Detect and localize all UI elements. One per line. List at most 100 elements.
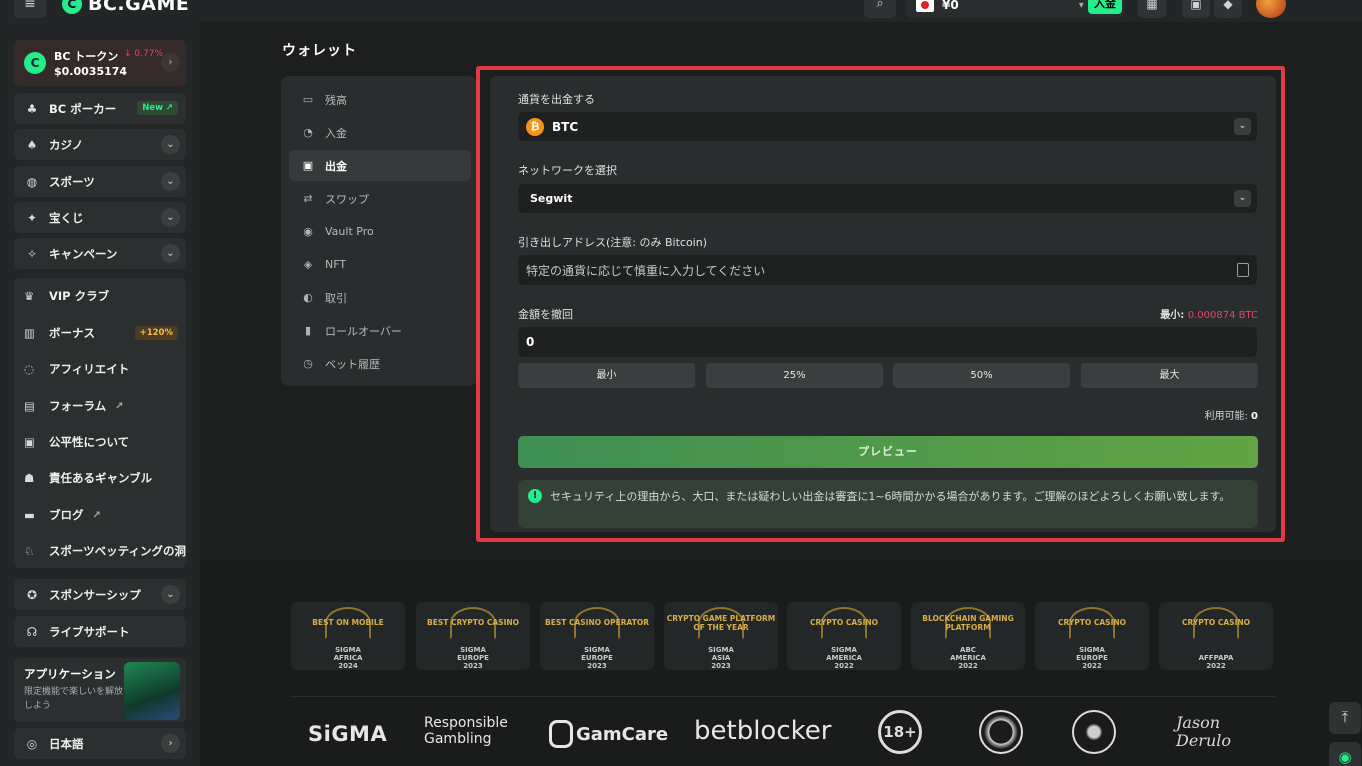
sidebar-item-sports-betting[interactable]: ♘ スポーツベッティングの洞 xyxy=(14,536,186,566)
tab-label: NFT xyxy=(325,258,347,271)
sidebar-item-sports[interactable]: ◍ スポーツ ⌄ xyxy=(14,166,186,197)
sigma-logo[interactable]: SiGMA xyxy=(308,722,387,746)
award-region: EUROPE xyxy=(581,654,613,662)
sidebar-item-label: フォーラム xyxy=(49,399,107,413)
language-label: 日本語 xyxy=(49,736,84,751)
sidebar-item-casino[interactable]: ♠ カジノ ⌄ xyxy=(14,129,186,160)
scroll-top-icon[interactable]: ⤒ xyxy=(1329,702,1361,734)
vault-icon: ◉ xyxy=(303,225,313,238)
award-org: SIGMA EUROPE 2023 xyxy=(540,646,654,670)
age-18-plus-icon: 18+ xyxy=(878,710,922,754)
responsible-gambling-logo[interactable]: Responsible Gambling xyxy=(424,715,520,747)
award-org: SIGMA AMERICA 2022 xyxy=(787,646,901,670)
chevron-down-icon[interactable]: ⌄ xyxy=(161,244,180,263)
tab-bet-history[interactable]: ◷ ベット履歴 xyxy=(289,348,471,379)
sidebar-item-campaign[interactable]: ✧ キャンペーン ⌄ xyxy=(14,238,186,269)
award-year: 2023 xyxy=(587,662,607,670)
bc-token-card[interactable]: C BC トークン ↓ 0.77% $0.0035174 › xyxy=(14,40,186,86)
tab-vault-pro[interactable]: ◉ Vault Pro xyxy=(289,216,471,247)
fairness-icon: ▣ xyxy=(24,435,35,449)
chevron-down-icon[interactable]: ⌄ xyxy=(161,585,180,604)
sidebar-item-label: 公平性について xyxy=(49,435,130,449)
sidebar-item-sponsorship[interactable]: ✪ スポンサーシップ ⌄ xyxy=(14,579,186,610)
jpy-flag-icon xyxy=(916,0,934,12)
sidebar-item-live-support[interactable]: ☊ ライブサポート xyxy=(14,616,186,647)
tab-label: 入金 xyxy=(325,126,347,140)
sidebar-item-poker[interactable]: ♣ BC ポーカー New ↗ xyxy=(14,93,186,124)
tab-label: ロールオーバー xyxy=(325,324,402,338)
sponsorship-icon: ✪ xyxy=(26,587,38,602)
avatar[interactable] xyxy=(1256,0,1286,18)
transaction-icon: ◐ xyxy=(303,291,313,304)
tab-transactions[interactable]: ◐ 取引 xyxy=(289,282,471,313)
gamcare-logo[interactable]: GamCare xyxy=(549,720,668,748)
tab-balance[interactable]: ▭ 残高 xyxy=(289,84,471,115)
app-promo-card[interactable]: アプリケーション 限定機能で楽しいを解放しよう xyxy=(14,658,186,722)
sidebar-item-lottery[interactable]: ✦ 宝くじ ⌄ xyxy=(14,202,186,233)
award-year: 2022 xyxy=(834,662,854,670)
award-region: AMERICA xyxy=(950,654,986,662)
menu-icon[interactable]: ≡ xyxy=(14,0,46,18)
sidebar-item-forum[interactable]: ▤ フォーラム ↗ xyxy=(14,391,186,421)
sidebar-item-fairness[interactable]: ▣ 公平性について xyxy=(14,427,186,457)
award-title: CRYPTO CASINO xyxy=(809,618,879,627)
wallet-icon: ▭ xyxy=(302,93,314,106)
bc-token-icon: C xyxy=(24,52,46,74)
award-year: 2022 xyxy=(1206,662,1226,670)
tab-deposit[interactable]: ◔ 入金 xyxy=(289,117,471,148)
award-region: AMERICA xyxy=(826,654,862,662)
award-badge: BLOCKCHAIN GAMING PLATFORM ABC AMERICA 202… xyxy=(911,602,1025,670)
balance-selector[interactable]: ¥0 ▾ 入金 xyxy=(906,0,1124,18)
bonus-badge: +120% xyxy=(134,326,178,340)
bc-logo-icon: C xyxy=(62,0,82,14)
phone-image xyxy=(124,662,180,720)
chat-icon[interactable]: ▣ xyxy=(1182,0,1210,18)
support-chat-icon[interactable]: ◉ xyxy=(1329,742,1361,766)
gift-icon: ▥ xyxy=(24,326,35,340)
wallet-nav: ▭ 残高 ◔ 入金 ▣ 出金 ⇄ スワップ ◉ Vault Pro ◈ NFT … xyxy=(281,76,477,386)
rollover-icon: ▮ xyxy=(304,324,312,337)
award-org-name: SIGMA xyxy=(460,646,486,654)
app-description: 限定機能で楽しいを解放しよう xyxy=(24,687,124,711)
sidebar-item-label: キャンペーン xyxy=(49,246,118,261)
award-org: SIGMA EUROPE 2022 xyxy=(1035,646,1149,670)
sidebar-item-label: ボーナス xyxy=(49,326,95,340)
sidebar-item-blog[interactable]: ▬ ブログ ↗ xyxy=(14,500,186,530)
grid-icon[interactable]: ▦ xyxy=(1138,0,1166,18)
notification-icon[interactable]: ◆ xyxy=(1214,0,1242,18)
award-org-name: SIGMA xyxy=(1079,646,1105,654)
sidebar-item-responsible[interactable]: ☗ 責任あるギャンブル xyxy=(14,463,186,493)
chevron-down-icon[interactable]: ⌄ xyxy=(161,135,180,154)
page-title: ウォレット xyxy=(282,43,357,59)
betblocker-logo[interactable]: betblocker xyxy=(694,716,831,746)
award-org-name: SIGMA xyxy=(335,646,361,654)
chevron-down-icon[interactable]: ⌄ xyxy=(161,172,180,191)
language-selector[interactable]: ◎ 日本語 › xyxy=(14,728,186,759)
award-year: 2022 xyxy=(1082,662,1102,670)
sidebar-item-bonus[interactable]: ▥ ボーナス +120% xyxy=(14,318,186,348)
poker-icon: ♣ xyxy=(26,101,38,116)
search-icon[interactable]: ⌕ xyxy=(864,0,896,18)
chevron-right-icon: › xyxy=(161,734,180,753)
chevron-right-icon: › xyxy=(161,53,180,72)
sidebar-item-label: VIP クラブ xyxy=(49,289,110,303)
tab-nft[interactable]: ◈ NFT xyxy=(289,249,471,280)
tab-label: 出金 xyxy=(325,159,347,173)
award-badge: CRYPTO CASINO SIGMA EUROPE 2022 xyxy=(1035,602,1149,670)
token-change: ↓ 0.77% xyxy=(124,49,163,59)
sidebar-item-vip[interactable]: ♛ VIP クラブ xyxy=(14,281,186,311)
award-title: CRYPTO GAME PLATFORM OF THE YEAR xyxy=(666,614,776,632)
award-org-name: ABC xyxy=(960,646,976,654)
tab-withdraw[interactable]: ▣ 出金 xyxy=(289,150,471,181)
deposit-button[interactable]: 入金 xyxy=(1088,0,1122,14)
deposit-icon: ◔ xyxy=(303,126,313,139)
award-org-name: SIGMA xyxy=(831,646,857,654)
external-link-icon: ↗ xyxy=(115,400,124,412)
award-badge: CRYPTO GAME PLATFORM OF THE YEAR SIGMA AS… xyxy=(664,602,778,670)
brand-logo[interactable]: C BC.GAME xyxy=(62,0,189,15)
award-region: AFRICA xyxy=(333,654,363,662)
tab-swap[interactable]: ⇄ スワップ xyxy=(289,183,471,214)
tab-rollover[interactable]: ▮ ロールオーバー xyxy=(289,315,471,346)
chevron-down-icon[interactable]: ⌄ xyxy=(161,208,180,227)
sidebar-item-affiliate[interactable]: ◌ アフィリエイト xyxy=(14,354,186,384)
